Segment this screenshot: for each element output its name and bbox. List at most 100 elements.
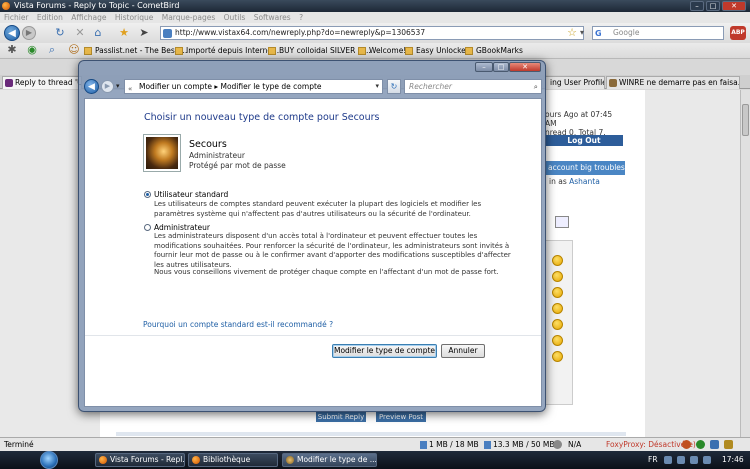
- preview-post-button[interactable]: Preview Post: [376, 412, 426, 422]
- taskbar-modifier-type[interactable]: Modifier le type de ...: [282, 453, 377, 467]
- minimize-icon[interactable]: –: [690, 1, 704, 11]
- folder-icon: [465, 47, 473, 55]
- rss-icon[interactable]: ◉: [26, 44, 38, 56]
- taskbar-vista-forums[interactable]: Vista Forums - Repl...: [95, 453, 185, 467]
- adblock-icon[interactable]: ABP: [730, 26, 746, 40]
- breadcrumb-modifier-type[interactable]: Modifier le type de compte: [220, 82, 321, 91]
- standard-user-label[interactable]: Utilisateur standard: [154, 190, 228, 199]
- status-text: Terminé: [4, 440, 34, 449]
- bookmark-welcome[interactable]: Welcome!: [358, 45, 406, 57]
- menu-edition[interactable]: Edition: [37, 13, 63, 22]
- search-icon[interactable]: ⌕: [534, 80, 538, 93]
- smiley-icon[interactable]: [552, 303, 563, 314]
- dialog-back-button[interactable]: ◀: [84, 79, 99, 94]
- cancel-button[interactable]: Annuler: [441, 344, 485, 358]
- bookmark-star-icon[interactable]: ★: [118, 27, 130, 39]
- clock[interactable]: 17:46: [722, 451, 744, 469]
- editor-toolbar-icon[interactable]: [555, 216, 569, 228]
- menu-fichier[interactable]: Fichier: [4, 13, 29, 22]
- tray-icon[interactable]: [664, 456, 672, 464]
- smiley-icon[interactable]: [552, 335, 563, 346]
- smiley-icon[interactable]: [552, 271, 563, 282]
- smiley-icon[interactable]: [552, 287, 563, 298]
- taskbar-bibliotheque[interactable]: Bibliothèque: [188, 453, 278, 467]
- addon-icon[interactable]: [682, 440, 691, 449]
- home-icon[interactable]: ⌂: [92, 27, 104, 39]
- addon-status-icon[interactable]: [553, 440, 562, 449]
- language-indicator[interactable]: FR: [648, 451, 658, 469]
- scrollbar-thumb[interactable]: [742, 104, 749, 136]
- tab-winre[interactable]: WINRE ne demarre pas en faisa...: [606, 76, 740, 89]
- breadcrumb-modifier-compte[interactable]: Modifier un compte: [139, 82, 212, 91]
- standard-user-radio[interactable]: [144, 191, 151, 198]
- bookmark-colloidal[interactable]: BUY colloidal SILVER G...: [268, 45, 371, 57]
- refresh-button[interactable]: ↻: [387, 79, 401, 94]
- url-bar[interactable]: http://www.vistax64.com/newreply.php?do=…: [160, 26, 584, 40]
- account-name: Secours: [189, 139, 227, 150]
- bookmark-label: Easy Unlocker: [416, 46, 469, 55]
- search-icon[interactable]: ⌕: [46, 44, 58, 56]
- smilies-panel: [545, 240, 573, 405]
- addon-icon[interactable]: [696, 440, 705, 449]
- dialog-forward-button[interactable]: ▶: [101, 80, 114, 93]
- tab-label: Reply to thread 'Us: [15, 78, 82, 87]
- browser-title-bar: Vista Forums - Reply to Topic - CometBir…: [0, 0, 750, 12]
- smiley-icon[interactable]: [552, 351, 563, 362]
- tab-reply-thread[interactable]: Reply to thread 'Us: [2, 76, 82, 89]
- menu-affichage[interactable]: Affichage: [71, 13, 106, 22]
- start-button[interactable]: [40, 451, 58, 469]
- most-visited-icon[interactable]: ✱: [6, 44, 18, 56]
- page-scrollbar[interactable]: [740, 90, 750, 437]
- volume-icon[interactable]: [690, 456, 698, 464]
- addon-icon[interactable]: [724, 440, 733, 449]
- urlbar-dropdown-icon[interactable]: ▾: [576, 27, 588, 39]
- recent-pages-dropdown-icon[interactable]: ▾: [116, 82, 120, 90]
- breadcrumb[interactable]: « Modifier un compte ▸ Modifier le type …: [124, 79, 383, 94]
- stop-icon[interactable]: ✕: [74, 27, 86, 39]
- breadcrumb-dropdown-icon[interactable]: ▾: [375, 80, 379, 93]
- logout-button[interactable]: Log Out: [545, 135, 623, 146]
- username-link[interactable]: Ashanta: [569, 177, 600, 186]
- tab-user-profile[interactable]: ing User Profile...: [545, 76, 605, 89]
- dialog-maximize-icon[interactable]: □: [493, 62, 509, 72]
- login-info: ours Ago at 07:45 AM nread 0, Total 7.: [545, 110, 623, 137]
- bookmark-importe[interactable]: Importé depuis Interne...: [175, 45, 279, 57]
- bookmark-easy-unlocker[interactable]: Easy Unlocker: [405, 45, 469, 57]
- bookmark-passlist[interactable]: Passlist.net - The Best ...: [84, 45, 187, 57]
- menu-outils[interactable]: Outils: [224, 13, 246, 22]
- breadcrumb-separator-icon: ▸: [214, 82, 219, 91]
- search-input[interactable]: G Google: [592, 26, 724, 40]
- administrator-label[interactable]: Administrateur: [154, 223, 210, 232]
- menu-help[interactable]: ?: [299, 13, 303, 22]
- browser-title: Vista Forums - Reply to Topic - CometBir…: [14, 1, 180, 10]
- reload-icon[interactable]: ↻: [54, 27, 66, 39]
- smiley-bookmark-icon[interactable]: ☺: [68, 44, 80, 56]
- na-text: N/A: [568, 440, 582, 449]
- network-icon[interactable]: [677, 456, 685, 464]
- smiley-icon[interactable]: [552, 255, 563, 266]
- dialog-close-icon[interactable]: ✕: [509, 62, 541, 72]
- menu-marque-pages[interactable]: Marque-pages: [162, 13, 216, 22]
- bookmark-label: Passlist.net - The Best ...: [95, 46, 188, 55]
- control-panel-icon: [286, 456, 294, 464]
- change-account-type-button[interactable]: Modifier le type de compte: [332, 344, 437, 358]
- cursor-icon[interactable]: ➤: [138, 27, 150, 39]
- page-margin-right: [645, 90, 740, 437]
- menu-softwares[interactable]: Softwares: [254, 13, 291, 22]
- dialog-search-input[interactable]: Rechercher ⌕: [404, 79, 542, 94]
- addon-icon[interactable]: [710, 440, 719, 449]
- submit-reply-button[interactable]: Submit Reply: [316, 412, 366, 422]
- forward-button[interactable]: ▶: [22, 26, 36, 40]
- tray-icon[interactable]: [703, 456, 711, 464]
- mem-usage-2-text: 13.3 MB / 50 MB: [493, 440, 555, 449]
- close-icon[interactable]: ✕: [722, 1, 746, 11]
- bookmark-gbookmarks[interactable]: GBookMarks: [465, 45, 523, 57]
- menu-historique[interactable]: Historique: [115, 13, 153, 22]
- why-standard-account-link[interactable]: Pourquoi un compte standard est-il recom…: [143, 320, 333, 329]
- smiley-icon[interactable]: [552, 319, 563, 330]
- dialog-minimize-icon[interactable]: –: [475, 62, 493, 72]
- maximize-icon[interactable]: □: [706, 1, 720, 11]
- back-button[interactable]: ◀: [4, 25, 20, 41]
- administrator-radio[interactable]: [144, 224, 151, 231]
- thread-title-bar: account big troubles !: [545, 161, 625, 175]
